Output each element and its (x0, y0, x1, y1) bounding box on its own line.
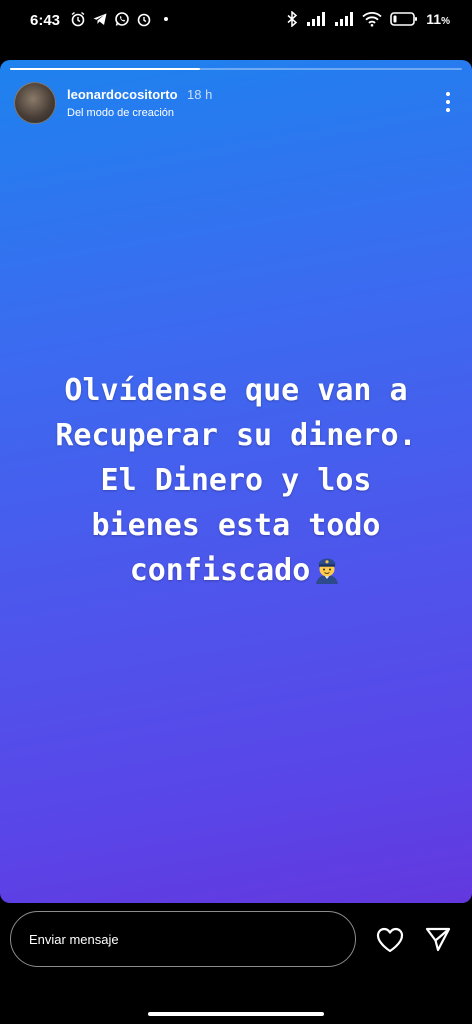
story-progress-fill (10, 68, 200, 70)
bluetooth-icon (286, 11, 298, 27)
signal-icon (306, 11, 326, 27)
story-text-line: Recuperar su dinero. (55, 418, 417, 453)
story-time-ago: 18 h (187, 87, 213, 102)
status-bar: 6:43 11% (0, 0, 472, 44)
more-dot (446, 92, 450, 96)
system-icons: 11% (286, 11, 450, 27)
story-card[interactable]: leonardocositorto 18 h Del modo de creac… (0, 60, 472, 903)
story-text: Olvídense que van a Recuperar su dinero.… (0, 368, 472, 593)
telegram-icon (92, 11, 108, 27)
more-dot (446, 100, 450, 104)
more-notifications-dot (164, 17, 168, 21)
story-subtitle[interactable]: Del modo de creación (67, 107, 174, 119)
notification-icons (70, 11, 168, 27)
avatar[interactable] (14, 82, 56, 124)
whatsapp-icon (114, 11, 130, 27)
story-text-line: El Dinero y los (100, 463, 372, 498)
message-placeholder: Enviar mensaje (29, 931, 119, 947)
heart-icon[interactable] (375, 926, 405, 954)
story-text-line: confiscado (129, 553, 311, 588)
battery-icon (390, 11, 418, 27)
police-officer-emoji (312, 552, 342, 584)
story-progress-bar (10, 68, 462, 70)
signal-icon (334, 11, 354, 27)
username[interactable]: leonardocositorto (67, 87, 178, 102)
alarm-icon (70, 11, 86, 27)
story-text-last-line: confiscado (0, 548, 472, 593)
home-indicator[interactable] (148, 1012, 324, 1016)
send-icon[interactable] (424, 925, 452, 953)
send-message-input[interactable]: Enviar mensaje (10, 911, 356, 967)
battery-percent: 11% (426, 11, 450, 27)
more-options-button[interactable] (442, 90, 454, 114)
more-dot (446, 108, 450, 112)
story-text-line: bienes esta todo (91, 508, 381, 543)
story-text-line: Olvídense que van a (64, 373, 408, 408)
status-time: 6:43 (30, 12, 61, 29)
wifi-icon (362, 11, 382, 27)
alarm-icon (136, 11, 152, 27)
battery-unit: % (441, 16, 450, 27)
